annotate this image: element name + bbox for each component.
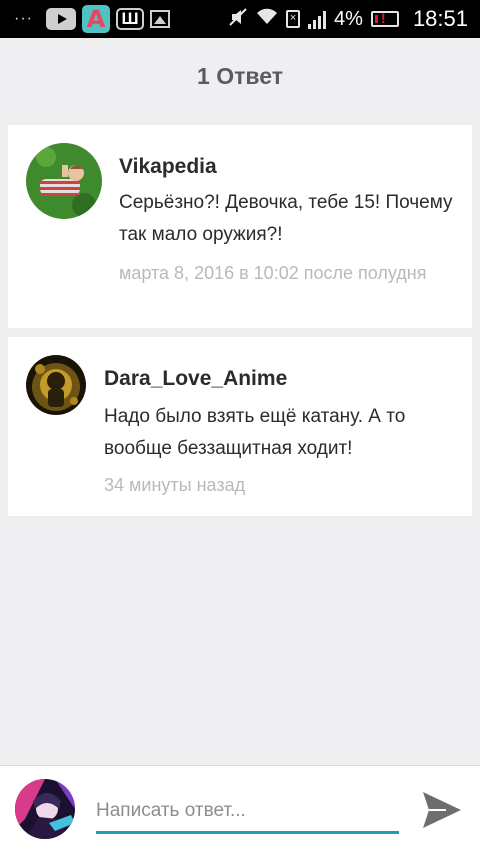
comment-timestamp: марта 8, 2016 в 10:02 после полудня [119,263,427,283]
page-title: 1 Ответ [197,63,283,89]
no-sim-icon: × [286,10,301,28]
current-user-avatar[interactable] [15,779,75,839]
wifi-icon [256,8,278,31]
avatar[interactable] [26,355,86,415]
clock: 18:51 [412,6,468,31]
send-button[interactable] [420,788,464,832]
amino-app-icon: A [82,5,110,33]
mute-icon [228,7,248,32]
more-notifications-icon: ··· [14,10,33,27]
send-icon [420,792,464,835]
comment-card[interactable]: Vikapedia Серьёзно?! Девочка, тебе 15! П… [8,125,472,328]
image-icon [150,10,170,28]
comment-author[interactable]: Dara_Love_Anime [104,367,287,391]
reply-compose-bar [0,765,480,854]
signal-icon [308,9,327,29]
youtube-icon [46,8,76,30]
comment-timestamp: 34 минуты назад [104,475,246,495]
system-icons: × 4% 18:51 [228,4,468,34]
comment-card[interactable]: Dara_Love_Anime Надо было взять ещё ката… [8,337,472,516]
comment-author[interactable]: Vikapedia [119,155,217,179]
avatar[interactable] [26,143,102,219]
comment-text: Серьёзно?! Девочка, тебе 15! Почему так … [119,192,453,245]
battery-icon [370,10,399,27]
reply-input[interactable] [96,790,399,834]
status-bar: ··· A Ш × 4% 18:51 [0,0,480,38]
notification-icons: ··· A Ш [14,4,170,34]
sh-app-icon: Ш [116,8,144,30]
battery-percent: 4% [334,7,363,30]
comment-text: Надо было взять ещё катану. А то вообще … [104,406,406,459]
